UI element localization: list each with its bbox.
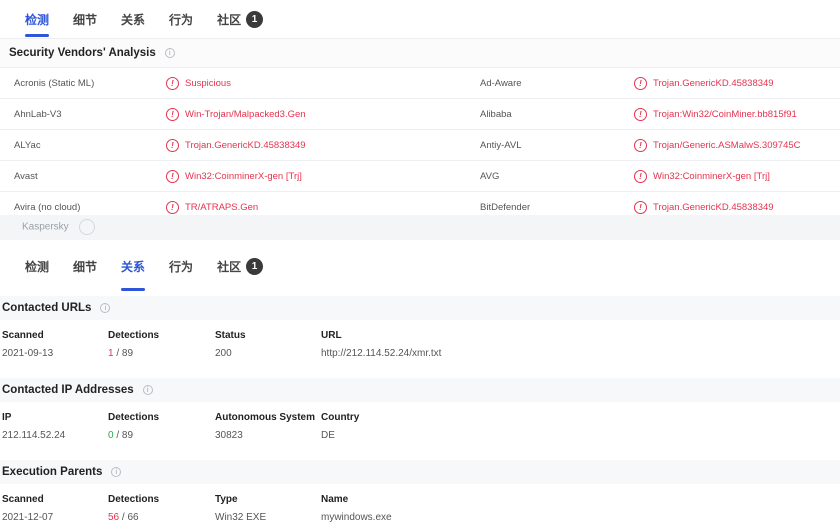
community-count-badge: 1 [246,257,264,275]
autonomous-system: 30823 [215,430,243,441]
vendors-section-title: Security Vendors' Analysis i [0,38,840,68]
alert-circle-icon [78,219,95,235]
alert-circle-icon: ! [166,170,179,183]
alert-circle-icon: ! [634,108,647,121]
vendor-name: Ad-Aware [480,78,522,89]
info-circle-icon[interactable]: i [164,48,175,58]
vendor-verdict: ! Win-Trojan/Malpacked3.Gen [166,99,306,130]
column-header: Type [215,494,238,505]
vendor-name: Alibaba [480,109,512,120]
vendor-row: Avira (no cloud) ! TR/ATRAPS.Gen BitDefen… [0,192,840,215]
info-circle-icon[interactable]: i [142,385,153,395]
contacted-urls-title: Contacted URLs i [0,296,840,320]
vendor-name: Antiy-AVL [480,140,522,151]
vendor-row: ALYac ! Trojan.GenericKD.45838349 Antiy-A… [0,130,840,161]
alert-circle-icon: ! [166,108,179,121]
truncated-row-remnant: Kaspersky [22,219,95,235]
alert-circle-icon: ! [166,77,179,90]
column-header: Scanned [2,494,44,505]
alert-circle-icon: ! [634,170,647,183]
alert-circle-icon: ! [634,77,647,90]
country-code: DE [321,430,335,441]
execution-parents-table: Scanned Detections Type Name 2021-12-07 … [0,484,840,523]
tab-community[interactable]: 社区 1 [205,240,275,292]
vendor-verdict: ! Trojan.GenericKD.45838349 [634,192,774,215]
execution-parents-title: Execution Parents i [0,460,840,484]
vendor-name: AhnLab-V3 [14,109,62,120]
tab-detection[interactable]: 检测 [13,240,61,292]
column-header: Detections [108,494,160,505]
vendor-name: Avast [14,171,38,182]
vendor-verdict: ! Trojan/Generic.ASMalwS.309745C [634,130,801,161]
alert-circle-icon: ! [634,139,647,152]
column-header: IP [2,412,12,423]
vendor-name: Avira (no cloud) [14,202,81,213]
vendor-row: Acronis (Static ML) ! Suspicious Ad-Aware… [0,68,840,99]
vendor-verdict: ! Suspicious [166,68,231,99]
detection-panel: 检测 细节 关系 行为 社区 1 Security Vendors' Analys… [0,0,840,215]
vendor-verdict: ! Win32:CoinminerX-gen [Trj] [166,161,302,192]
tab-details[interactable]: 细节 [61,240,109,292]
relations-panel: 检测 细节 关系 行为 社区 1 Contacted URLs i Scanned… [0,240,840,523]
detection-ratio[interactable]: 0 / 89 [108,430,133,441]
alert-circle-icon: ! [166,201,179,214]
vendor-name: AVG [480,171,500,182]
tab-community[interactable]: 社区 1 [205,0,275,38]
tab-details[interactable]: 细节 [61,0,109,38]
tab-relations[interactable]: 关系 [109,0,157,38]
tab-behavior[interactable]: 行为 [157,0,205,38]
column-header: Detections [108,330,160,341]
column-header: URL [321,330,342,341]
scanned-date: 2021-09-13 [2,348,54,359]
http-status: 200 [215,348,232,359]
vendor-verdict: ! TR/ATRAPS.Gen [166,192,258,215]
tab-bar: 检测 细节 关系 行为 社区 1 [0,240,840,292]
community-count-badge: 1 [246,10,264,28]
panel-separator: Kaspersky [0,215,840,240]
tab-bar: 检测 细节 关系 行为 社区 1 [0,0,840,38]
detection-ratio[interactable]: 56 / 66 [108,512,139,523]
tab-behavior[interactable]: 行为 [157,240,205,292]
contacted-ips-table: IP Detections Autonomous System Country … [0,402,840,460]
vendor-verdict: ! Trojan.GenericKD.45838349 [634,68,774,99]
column-header: Country [321,412,360,423]
column-header: Detections [108,412,160,423]
info-circle-icon[interactable]: i [100,303,111,313]
vendor-name: Acronis (Static ML) [14,78,95,89]
vendor-name: BitDefender [480,202,531,213]
tab-detection[interactable]: 检测 [13,0,61,38]
alert-circle-icon: ! [166,139,179,152]
vendor-name: ALYac [14,140,41,151]
column-header: Status [215,330,246,341]
info-circle-icon[interactable]: i [111,467,122,477]
column-header: Name [321,494,349,505]
vendor-row: Avast ! Win32:CoinminerX-gen [Trj] AVG ! W… [0,161,840,192]
vendor-verdict: ! Trojan:Win32/CoinMiner.bb815f91 [634,99,797,130]
contacted-ips-title: Contacted IP Addresses i [0,378,840,402]
scanned-date: 2021-12-07 [2,512,54,523]
contacted-urls-table: Scanned Detections Status URL 2021-09-13… [0,320,840,378]
vendor-verdict: ! Trojan.GenericKD.45838349 [166,130,306,161]
alert-circle-icon: ! [634,201,647,214]
ip-link[interactable]: 212.114.52.24 [2,430,65,441]
column-header: Autonomous System [215,412,316,423]
vendor-verdict: ! Win32:CoinminerX-gen [Trj] [634,161,770,192]
tab-relations[interactable]: 关系 [109,240,157,292]
url-link[interactable]: http://212.114.52.24/xmr.txt [321,348,441,359]
file-name-link[interactable]: mywindows.exe [321,512,392,523]
file-type: Win32 EXE [215,512,267,523]
column-header: Scanned [2,330,44,341]
vendor-row: AhnLab-V3 ! Win-Trojan/Malpacked3.Gen Ali… [0,99,840,130]
detection-ratio[interactable]: 1 / 89 [108,348,133,359]
